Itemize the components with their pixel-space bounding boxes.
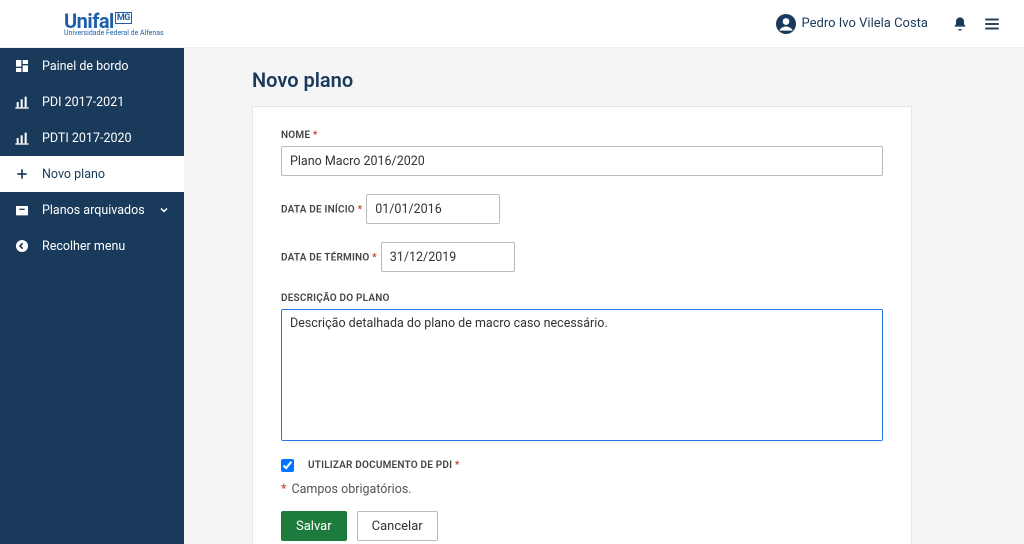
data-termino-label: DATA DE TÉRMINO * — [281, 253, 377, 264]
user-avatar-icon — [776, 14, 796, 34]
archive-icon — [14, 202, 30, 218]
sidebar-item-arquivados[interactable]: Planos arquivados — [0, 192, 184, 228]
menu-icon — [983, 15, 1001, 33]
logo-subtext: Universidade Federal de Alfenas — [64, 29, 164, 37]
page-title: Novo plano — [252, 68, 984, 92]
form-card: NOME * DATA DE INÍCIO * DATA DE TÉRMINO … — [252, 106, 912, 544]
mandatory-note: * Campos obrigatórios. — [281, 482, 883, 497]
logo[interactable]: UnifalMG Universidade Federal de Alfenas — [64, 11, 164, 37]
sidebar-item-recolher[interactable]: Recolher menu — [0, 228, 184, 264]
sidebar: Painel de bordo PDI 2017-2021 PDTI 2017-… — [0, 48, 184, 544]
user-name: Pedro Ivo Vilela Costa — [802, 16, 929, 31]
dashboard-icon — [14, 58, 30, 74]
descricao-label: DESCRIÇÃO DO PLANO — [281, 293, 390, 304]
bell-icon — [952, 16, 968, 32]
sidebar-item-label: PDTI 2017-2020 — [42, 131, 132, 146]
data-inicio-input[interactable] — [366, 194, 500, 224]
sidebar-item-label: Recolher menu — [42, 239, 125, 254]
sidebar-item-label: Painel de bordo — [42, 59, 129, 74]
sidebar-item-novo-plano[interactable]: Novo plano — [0, 156, 184, 192]
nome-input[interactable] — [281, 146, 883, 176]
sidebar-item-pdi[interactable]: PDI 2017-2021 — [0, 84, 184, 120]
collapse-icon — [14, 238, 30, 254]
main-content: Novo plano NOME * DATA DE INÍCIO * DATA … — [184, 48, 1024, 544]
data-termino-input[interactable] — [381, 242, 515, 272]
nome-label: NOME * — [281, 130, 318, 141]
logo-badge: MG — [115, 12, 132, 24]
cancel-button[interactable]: Cancelar — [357, 511, 438, 541]
chart-bar-icon — [14, 94, 30, 110]
chevron-down-icon — [158, 204, 170, 216]
save-button[interactable]: Salvar — [281, 511, 347, 541]
hamburger-menu-button[interactable] — [976, 8, 1008, 40]
plus-icon — [14, 166, 30, 182]
descricao-textarea[interactable] — [281, 309, 883, 441]
notifications-button[interactable] — [944, 8, 976, 40]
user-menu[interactable]: Pedro Ivo Vilela Costa — [776, 14, 929, 34]
utilizar-pdi-label: UTILIZAR DOCUMENTO DE PDI * — [308, 460, 460, 471]
sidebar-item-label: PDI 2017-2021 — [42, 95, 124, 110]
sidebar-item-painel[interactable]: Painel de bordo — [0, 48, 184, 84]
utilizar-pdi-checkbox[interactable] — [281, 459, 294, 472]
app-header: UnifalMG Universidade Federal de Alfenas… — [0, 0, 1024, 48]
sidebar-item-label: Planos arquivados — [42, 203, 145, 218]
chart-bar-icon — [14, 130, 30, 146]
data-inicio-label: DATA DE INÍCIO * — [281, 205, 362, 216]
sidebar-item-label: Novo plano — [42, 167, 105, 182]
sidebar-item-pdti[interactable]: PDTI 2017-2020 — [0, 120, 184, 156]
